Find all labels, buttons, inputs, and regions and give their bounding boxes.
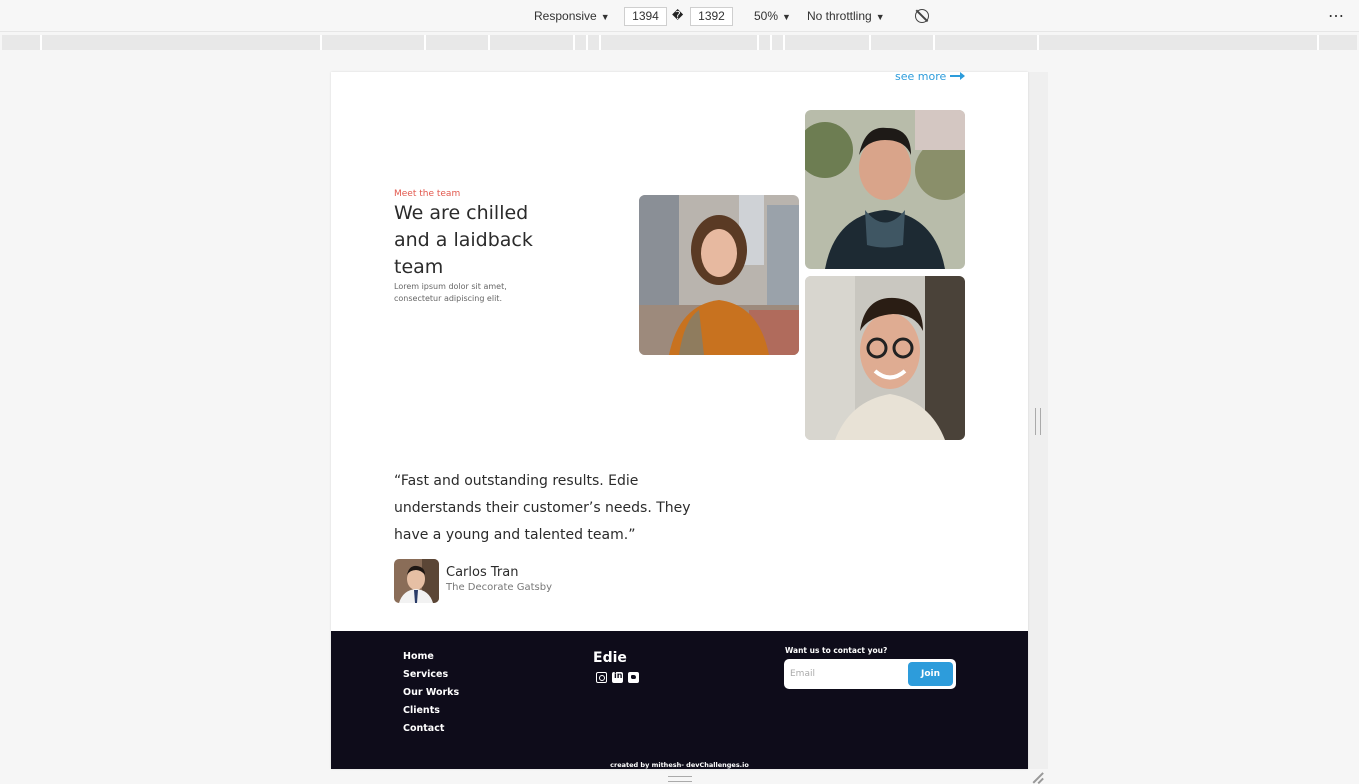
- team-eyebrow: Meet the team: [394, 189, 461, 199]
- footer-link-our-works[interactable]: Our Works: [403, 684, 459, 702]
- arrow-right-icon[interactable]: [950, 72, 965, 80]
- caret-down-icon: ▼: [600, 12, 610, 22]
- footer-credit: created by mithesh- devChallenges.io: [610, 761, 749, 769]
- footer-link-contact[interactable]: Contact: [403, 720, 459, 738]
- email-form: Join: [784, 659, 956, 689]
- contact-label: Want us to contact you?: [785, 646, 888, 655]
- author-company: The Decorate Gatsby: [446, 582, 553, 593]
- caret-down-icon: ▼: [782, 12, 791, 22]
- footer-link-home[interactable]: Home: [403, 648, 459, 666]
- author-avatar: [394, 559, 439, 603]
- width-input[interactable]: 1394: [624, 7, 667, 26]
- team-heading: We are chilled and a laidback team: [394, 202, 533, 278]
- zoom-select[interactable]: 50% ▼: [754, 0, 791, 32]
- page-viewport: see more Meet the team We are chilled an…: [331, 72, 1028, 769]
- team-photo-woman: [639, 195, 799, 355]
- dimension-separator-icon: �: [672, 10, 684, 22]
- twitter-icon[interactable]: [628, 672, 639, 683]
- caret-down-icon: ▼: [875, 12, 885, 22]
- height-input[interactable]: 1392: [690, 7, 733, 26]
- throttling-select[interactable]: No throttling ▼: [807, 0, 885, 32]
- footer-link-clients[interactable]: Clients: [403, 702, 459, 720]
- footer-nav: Home Services Our Works Clients Contact: [403, 648, 459, 738]
- footer-link-services[interactable]: Services: [403, 666, 459, 684]
- throttling-label: No throttling: [807, 9, 872, 23]
- email-input[interactable]: [790, 665, 900, 683]
- site-footer: Home Services Our Works Clients Contact …: [331, 631, 1028, 769]
- device-select[interactable]: Responsive ▼: [534, 0, 610, 32]
- team-photo-man-glasses: [805, 276, 965, 440]
- more-options-icon[interactable]: ⋯: [1328, 6, 1345, 26]
- testimonial-quote: “Fast and outstanding results. Edie unde…: [394, 473, 691, 543]
- device-label: Responsive: [534, 9, 597, 23]
- devtools-toolbar: Responsive ▼ 1394 � 1392 50% ▼ No throttli…: [0, 0, 1359, 32]
- linkedin-icon[interactable]: [612, 671, 623, 683]
- see-more-link[interactable]: see more: [895, 72, 946, 83]
- author-name: Carlos Tran: [446, 565, 519, 580]
- zoom-label: 50%: [754, 9, 779, 23]
- join-button[interactable]: Join: [908, 662, 953, 686]
- social-links: [596, 671, 639, 683]
- footer-brand: Edie: [593, 650, 627, 666]
- media-query-ruler[interactable]: [2, 35, 1357, 50]
- team-description: Lorem ipsum dolor sit amet, consectetur …: [394, 282, 507, 303]
- resize-handle-bottom[interactable]: [668, 776, 692, 782]
- rotate-icon[interactable]: [915, 9, 929, 23]
- instagram-icon[interactable]: [596, 672, 607, 683]
- resize-handle-right[interactable]: [1035, 408, 1041, 435]
- resize-handle-corner[interactable]: [1032, 773, 1044, 783]
- team-photo-man-smiling: [805, 110, 965, 269]
